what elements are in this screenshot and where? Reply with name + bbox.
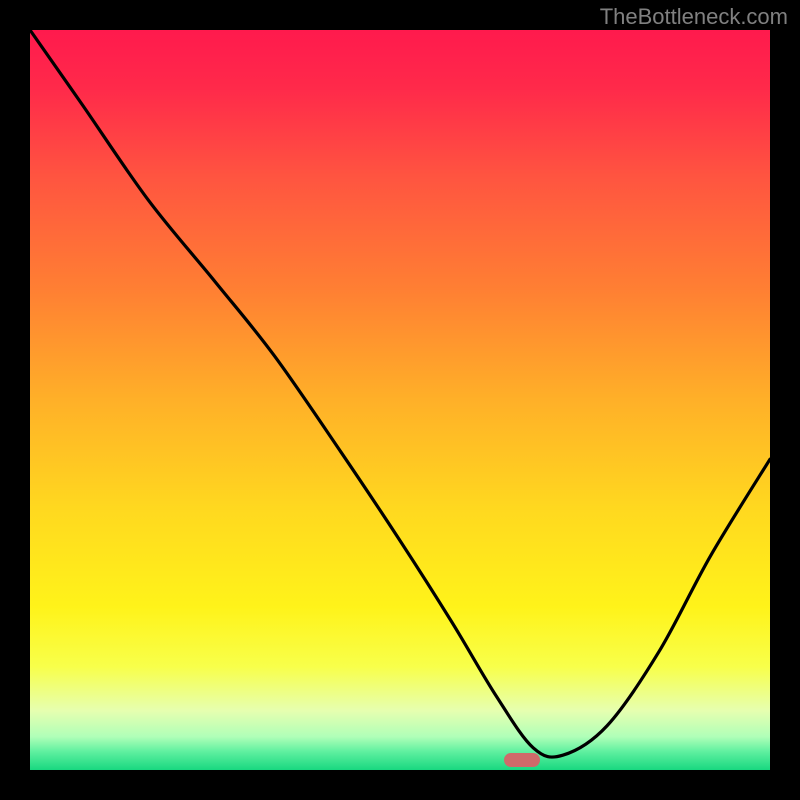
chart-plot-area: [30, 30, 770, 770]
optimal-marker: [504, 753, 540, 767]
watermark-text: TheBottleneck.com: [600, 4, 788, 30]
chart-svg: [30, 30, 770, 770]
gradient-background: [30, 30, 770, 770]
